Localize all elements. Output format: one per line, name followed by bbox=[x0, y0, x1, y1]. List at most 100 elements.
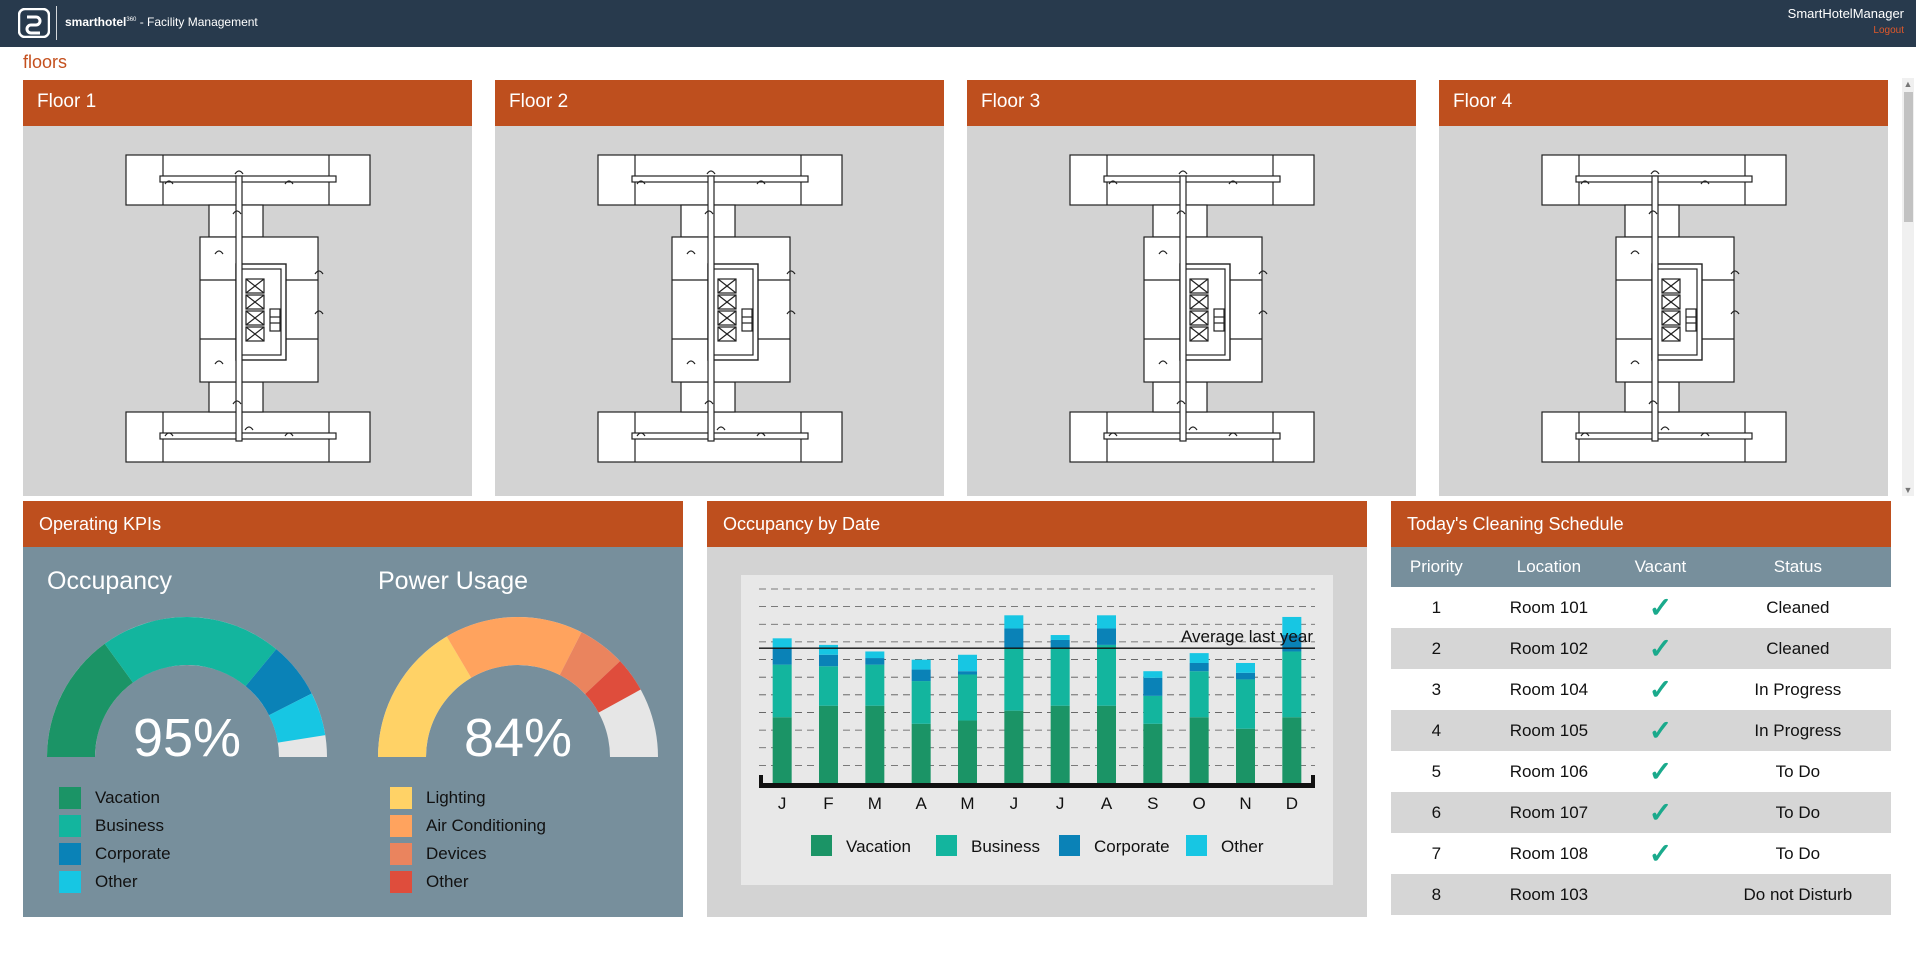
status-cell: In Progress bbox=[1754, 679, 1842, 699]
x-tick-label: S bbox=[1147, 794, 1158, 813]
power-usage-title: Power Usage bbox=[378, 567, 529, 595]
bar-segment bbox=[1097, 644, 1116, 706]
bar-segment bbox=[1282, 651, 1302, 718]
bar-segment bbox=[1143, 695, 1163, 724]
bar-segment bbox=[958, 671, 977, 675]
operating-kpis-panel: Operating KPIs Occupancy 95% Vacation Bu… bbox=[23, 501, 683, 917]
legend-swatch bbox=[59, 871, 81, 893]
floors-scrollbar[interactable]: ▲ ▼ bbox=[1902, 78, 1914, 496]
location-cell: Room 108 bbox=[1509, 843, 1589, 863]
panel-title: Occupancy by Date bbox=[707, 501, 1367, 547]
bar-segment bbox=[958, 720, 977, 783]
floor-plan[interactable] bbox=[1069, 154, 1315, 464]
bar-segment bbox=[772, 717, 792, 783]
x-tick-label: F bbox=[823, 794, 833, 813]
table-row[interactable]: 4 Room 105 ✓ In Progress bbox=[1391, 710, 1891, 751]
legend-swatch bbox=[59, 787, 81, 809]
priority-cell: 3 bbox=[1431, 679, 1442, 699]
floor-card-2[interactable]: Floor 2 bbox=[495, 80, 944, 496]
priority-cell: 8 bbox=[1391, 874, 1482, 915]
check-icon: ✓ bbox=[1648, 632, 1673, 664]
location-cell: Room 107 bbox=[1481, 792, 1617, 833]
brand-sup: 360 bbox=[126, 17, 137, 23]
location-cell: Room 105 bbox=[1481, 710, 1617, 751]
occupancy-chart-svg: J F M A M J J A S O N D Average last year Vacation Bus… bbox=[759, 588, 1315, 856]
column-header[interactable]: Location bbox=[1481, 547, 1617, 587]
bar-segment bbox=[819, 666, 838, 706]
priority-cell: 6 bbox=[1391, 792, 1482, 833]
brand-name: smarthotel bbox=[65, 15, 127, 29]
bar-segment bbox=[1050, 648, 1070, 706]
scroll-thumb[interactable] bbox=[1904, 92, 1913, 222]
axis-cap bbox=[1311, 775, 1315, 788]
top-bar: smarthotel360 - Facility Management Smar… bbox=[0, 0, 1916, 47]
floor-plan[interactable] bbox=[597, 154, 843, 464]
x-tick-label: M bbox=[868, 794, 882, 813]
vacant-cell: ✓ bbox=[1616, 628, 1705, 669]
logo-divider bbox=[56, 6, 57, 40]
check-icon: ✓ bbox=[1648, 796, 1673, 828]
status-cell: To Do bbox=[1775, 761, 1821, 781]
column-header[interactable]: Priority bbox=[1391, 547, 1482, 587]
table-row[interactable]: 7 Room 108 ✓ To Do bbox=[1391, 833, 1891, 874]
occupancy-legend: Vacation Business Corporate Other bbox=[59, 784, 171, 896]
user-name: SmartHotelManager bbox=[1787, 6, 1904, 21]
legend-label: Business bbox=[971, 837, 1040, 856]
scroll-down-icon[interactable]: ▼ bbox=[1902, 484, 1914, 496]
table-row[interactable]: 3 Room 104 ✓ In Progress bbox=[1391, 669, 1891, 710]
legend-item: Lighting bbox=[390, 784, 546, 812]
panel-title: Operating KPIs bbox=[23, 501, 683, 547]
logout-link[interactable]: Logout bbox=[1788, 25, 1904, 36]
bar-segment bbox=[1189, 671, 1209, 718]
bar-segment bbox=[1004, 615, 1024, 629]
smarthotel-logo-icon[interactable] bbox=[17, 7, 51, 39]
bar-segment bbox=[1004, 628, 1024, 649]
bar-segment bbox=[1004, 648, 1024, 711]
status-cell: Cleaned bbox=[1766, 597, 1830, 617]
bar-segment bbox=[1097, 705, 1116, 783]
table-row[interactable]: 8 Room 103 Do not Disturb bbox=[1391, 874, 1891, 915]
bar-segment bbox=[1050, 639, 1070, 649]
x-tick-label: J bbox=[1056, 794, 1065, 813]
legend-swatch bbox=[390, 787, 412, 809]
scroll-up-icon[interactable]: ▲ bbox=[1902, 78, 1914, 90]
floor-plan[interactable] bbox=[125, 154, 371, 464]
table-row[interactable]: 1 Room 101 ✓ Cleaned bbox=[1391, 587, 1891, 628]
priority-cell: 5 bbox=[1431, 761, 1442, 781]
vacant-cell: ✓ bbox=[1616, 710, 1705, 751]
column-header[interactable]: Vacant bbox=[1616, 547, 1705, 587]
vacant-cell: ✓ bbox=[1616, 587, 1705, 628]
power-usage-value: 84% bbox=[463, 708, 573, 768]
column-header[interactable]: Status bbox=[1704, 547, 1891, 587]
cleaning-table: Priority Location Vacant Status 1 Room 10… bbox=[1391, 547, 1891, 915]
floor-title: Floor 4 bbox=[1439, 80, 1888, 126]
bar-segment bbox=[911, 681, 931, 724]
bar-segment bbox=[1050, 635, 1070, 640]
legend-label: Devices bbox=[426, 844, 487, 863]
floor-card-4[interactable]: Floor 4 bbox=[1439, 80, 1888, 496]
floor-card-1[interactable]: Floor 1 bbox=[23, 80, 472, 496]
page-title: floors bbox=[23, 52, 68, 72]
legend-item: Vacation bbox=[59, 784, 171, 812]
priority-cell: 7 bbox=[1431, 843, 1442, 863]
legend-swatch bbox=[811, 835, 832, 856]
table-row[interactable]: 6 Room 107 ✓ To Do bbox=[1391, 792, 1891, 833]
bar-segment bbox=[911, 669, 931, 682]
location-cell: Room 102 bbox=[1481, 628, 1617, 669]
legend-swatch bbox=[390, 871, 412, 893]
bar-segment bbox=[1189, 717, 1209, 783]
bar-segment bbox=[865, 705, 885, 783]
legend-label: Business bbox=[95, 816, 164, 835]
legend-swatch bbox=[936, 835, 957, 856]
legend-item: Air Conditioning bbox=[390, 812, 546, 840]
location-cell: Room 104 bbox=[1509, 679, 1589, 699]
table-row[interactable]: 5 Room 106 ✓ To Do bbox=[1391, 751, 1891, 792]
floor-plan[interactable] bbox=[1541, 154, 1787, 464]
table-row[interactable]: 2 Room 102 ✓ Cleaned bbox=[1391, 628, 1891, 669]
x-tick-label: M bbox=[960, 794, 974, 813]
floor-title: Floor 1 bbox=[23, 80, 472, 126]
user-area: SmartHotelManager Logout bbox=[1788, 6, 1904, 36]
legend-item: Other bbox=[59, 868, 171, 896]
floor-card-3[interactable]: Floor 3 bbox=[967, 80, 1416, 496]
legend-swatch bbox=[1059, 835, 1080, 856]
